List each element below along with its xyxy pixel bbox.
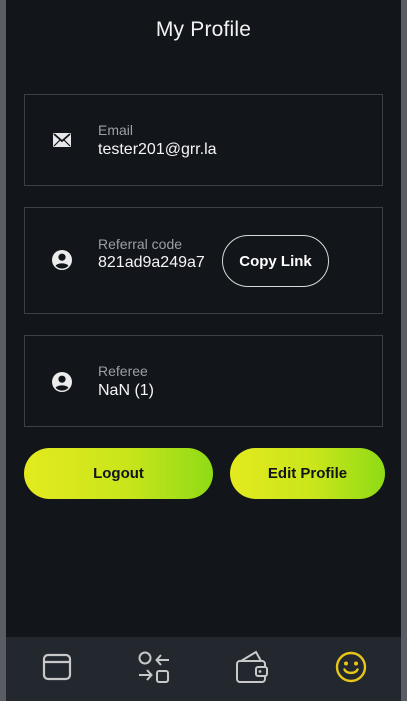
referee-label: Referee [98, 363, 148, 379]
bottom-navigation [6, 637, 401, 701]
referral-code-value: 821ad9a249a7 [98, 254, 205, 271]
app-screen: My Profile Email tester201@grr.la Referr… [6, 0, 401, 701]
wallet-icon [234, 649, 270, 690]
nav-tab-wallet[interactable] [234, 649, 270, 690]
page-title: My Profile [155, 18, 252, 41]
nav-tab-profile[interactable] [333, 651, 369, 687]
email-card: Email tester201@grr.la [24, 94, 383, 186]
swap-arrows-icon [137, 650, 171, 689]
browser-window-icon [42, 652, 72, 687]
account-circle-icon [50, 248, 74, 272]
nav-tab-swap[interactable] [136, 651, 172, 687]
email-value: tester201@grr.la [98, 141, 217, 158]
nav-tab-dapps[interactable] [39, 651, 75, 687]
referee-value: NaN (1) [98, 382, 155, 399]
email-label: Email [98, 122, 134, 138]
edit-profile-button[interactable]: Edit Profile [230, 448, 385, 499]
envelope-icon [50, 128, 74, 152]
referral-code-label: Referral code [98, 236, 183, 252]
account-circle-icon [50, 370, 74, 394]
copy-link-button[interactable]: Copy Link [222, 235, 329, 287]
smiley-face-icon [334, 650, 368, 689]
logout-button[interactable]: Logout [24, 448, 213, 499]
referral-code-card: Referral code 821ad9a249a7 Copy Link [24, 207, 383, 314]
referee-card: Referee NaN (1) [24, 335, 383, 427]
